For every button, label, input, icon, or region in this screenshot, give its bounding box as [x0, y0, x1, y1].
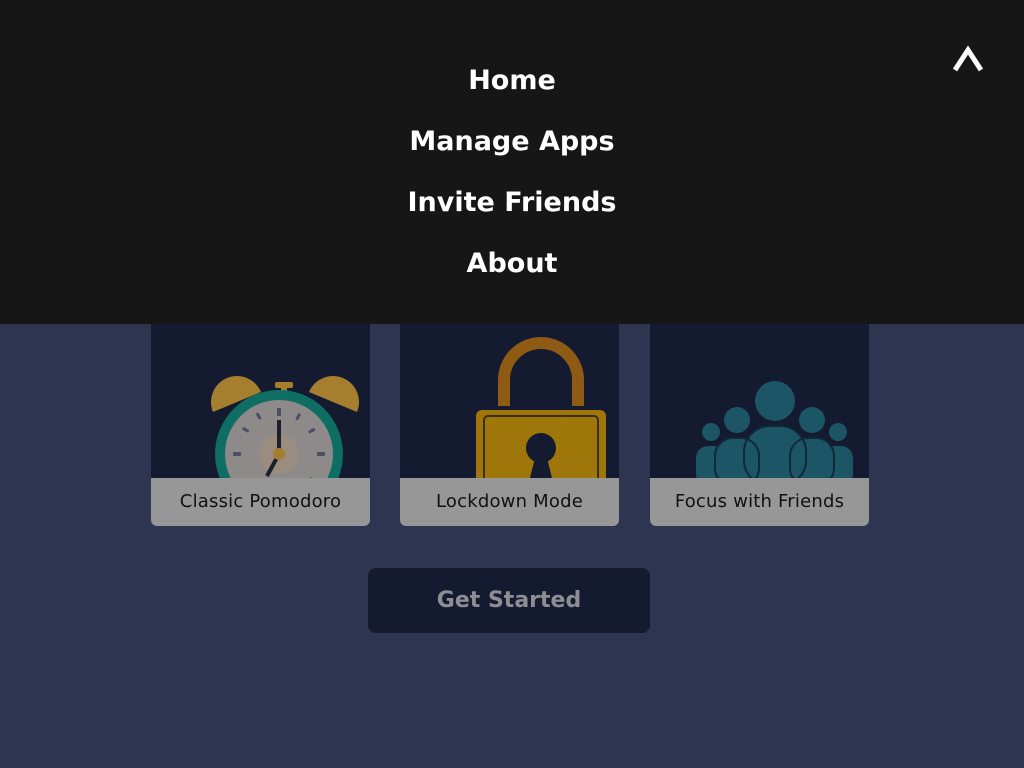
nav-menu: Home Manage Apps Invite Friends About — [0, 0, 1024, 324]
menu-item-manage-apps: Manage Apps — [0, 122, 1024, 162]
card-label: Lockdown Mode — [400, 478, 619, 526]
menu-item-home-label[interactable]: Home — [468, 65, 556, 96]
get-started-button[interactable]: Get Started — [368, 568, 650, 633]
card-label: Classic Pomodoro — [151, 478, 370, 526]
app-root: Classic Pomodoro Lockdown Mode Focus wit… — [0, 0, 1024, 768]
menu-item-manage-apps-label[interactable]: Manage Apps — [409, 126, 614, 157]
collapse-menu-button[interactable] — [948, 42, 988, 78]
chevron-up-icon — [952, 45, 984, 72]
menu-item-home: Home — [0, 61, 1024, 101]
menu-item-invite-friends-label[interactable]: Invite Friends — [408, 187, 617, 218]
menu-item-about: About — [0, 244, 1024, 284]
card-label: Focus with Friends — [650, 478, 869, 526]
menu-item-invite-friends: Invite Friends — [0, 183, 1024, 223]
menu-item-about-label[interactable]: About — [467, 248, 558, 279]
